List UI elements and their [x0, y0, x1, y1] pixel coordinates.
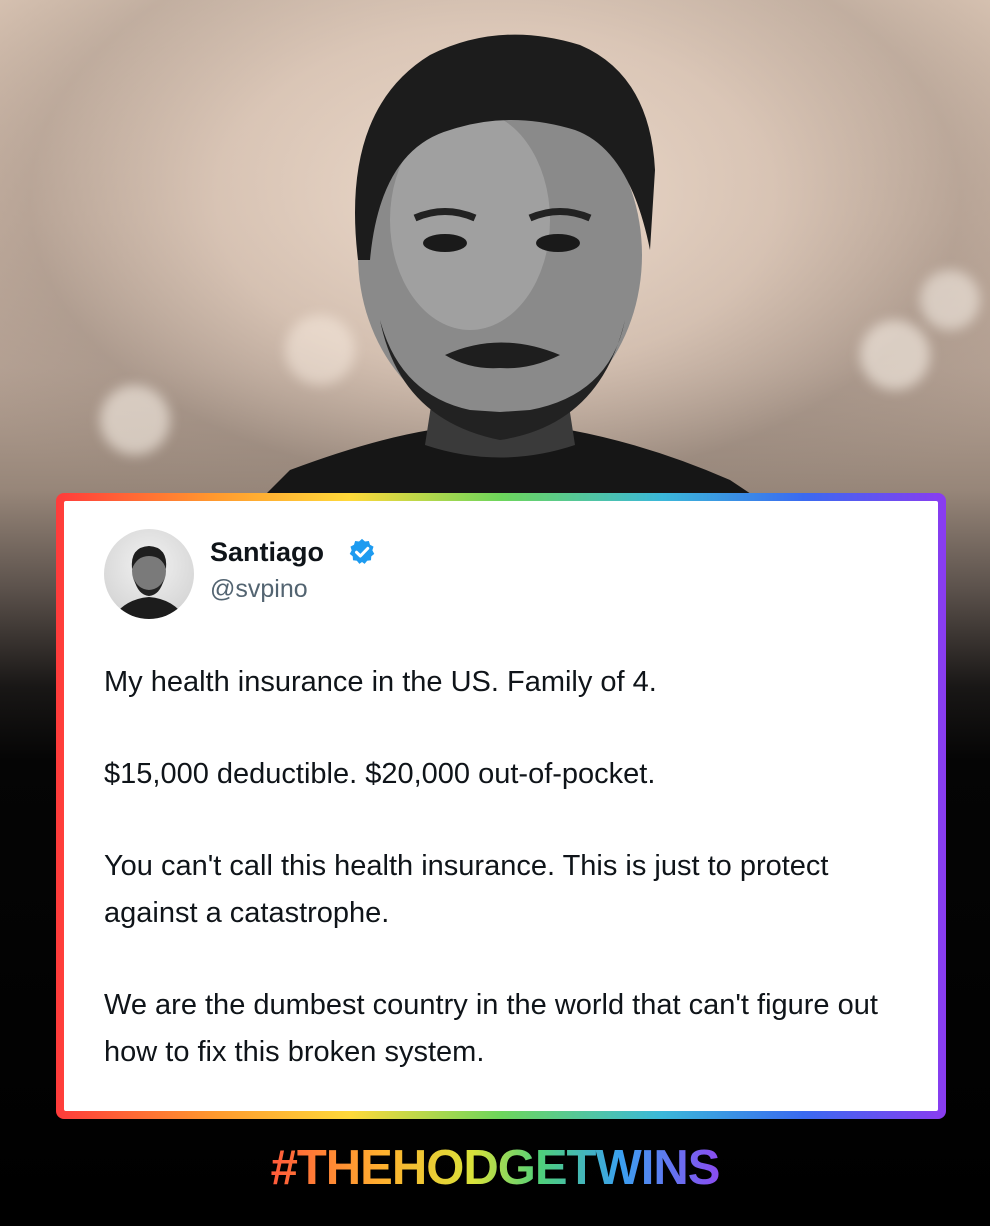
- bokeh-light: [100, 385, 170, 455]
- bokeh-light: [920, 270, 980, 330]
- author-handle[interactable]: @svpino: [210, 575, 308, 604]
- tweet-card: Santiago @svpino My health insurance in …: [64, 501, 938, 1111]
- tweet-text: My health insurance in the US. Family of…: [104, 659, 904, 1076]
- avatar[interactable]: [104, 529, 194, 619]
- tweet-paragraph: You can't call this health insurance. Th…: [104, 850, 829, 929]
- bokeh-light: [860, 320, 930, 390]
- author-name[interactable]: Santiago: [210, 537, 324, 568]
- tweet-paragraph: $15,000 deductible. $20,000 out-of-pocke…: [104, 758, 656, 790]
- tweet-frame: Santiago @svpino My health insurance in …: [56, 493, 946, 1119]
- hashtag-text: #THEHODGETWINS: [270, 1141, 721, 1195]
- hashtag-caption: #THEHODGETWINS: [0, 1140, 990, 1196]
- avatar-image: [112, 546, 186, 619]
- portrait-photo: [260, 34, 760, 500]
- post-graphic: Santiago @svpino My health insurance in …: [0, 0, 990, 1226]
- verified-badge-icon: [349, 538, 375, 564]
- tweet-paragraph: My health insurance in the US. Family of…: [104, 666, 657, 698]
- tweet-paragraph: We are the dumbest country in the world …: [104, 989, 878, 1068]
